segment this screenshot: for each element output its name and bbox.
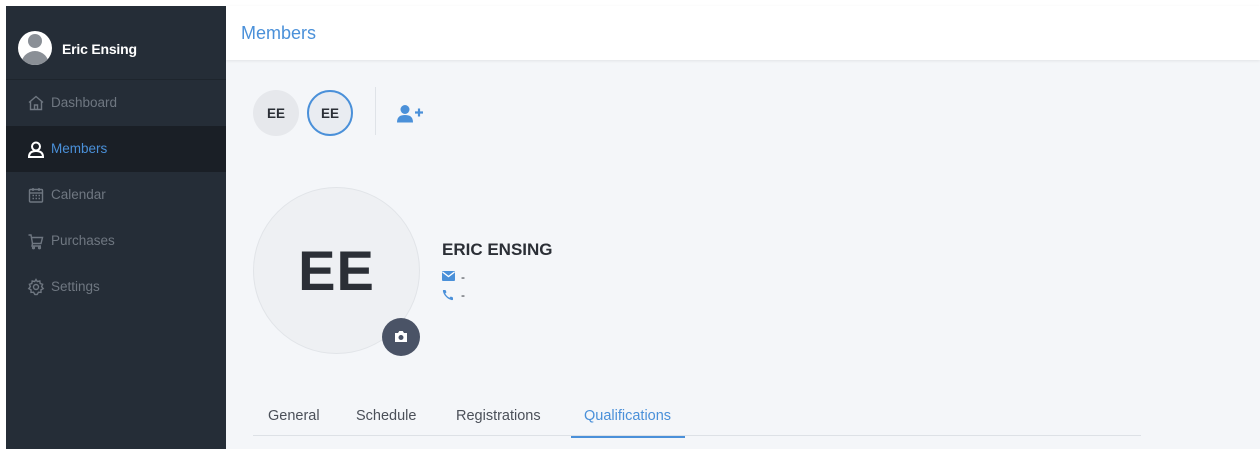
member-chip-initials: EE [266, 105, 285, 121]
member-chip-initials: EE [320, 105, 339, 121]
sidebar-item-purchases[interactable]: Purchases [6, 218, 226, 264]
sidebar-item-dashboard[interactable]: Dashboard [6, 80, 226, 126]
add-user-icon[interactable] [397, 104, 427, 124]
sidebar-item-label: Dashboard [51, 95, 118, 110]
user-icon [27, 141, 45, 158]
tab-general[interactable]: General [268, 408, 320, 436]
sidebar-item-label: Calendar [51, 187, 106, 202]
sidebar-item-members[interactable]: Members [6, 126, 226, 172]
envelope-icon [442, 271, 455, 281]
sidebar-item-label: Members [51, 141, 108, 156]
phone-icon [442, 290, 453, 301]
camera-icon [395, 331, 407, 342]
tab-qualifications[interactable]: Qualifications [571, 408, 686, 438]
calendar-icon [28, 188, 44, 203]
sidebar-item-label: Purchases [51, 233, 115, 248]
gear-icon [27, 278, 45, 296]
member-chip[interactable]: EE [253, 90, 299, 136]
sidebar-user[interactable]: Eric Ensing [6, 6, 226, 80]
member-chip-selected[interactable]: EE [307, 90, 353, 136]
page-title: Members [241, 23, 317, 43]
email-value: - [461, 270, 465, 284]
avatar[interactable] [18, 31, 52, 65]
tab-registrations[interactable]: Registrations [456, 408, 541, 436]
upload-photo-button[interactable] [382, 318, 420, 356]
sidebar-item-label: Settings [51, 279, 100, 294]
sidebar: Eric Ensing Dashboard Members Calendar P… [6, 6, 226, 449]
home-icon [28, 95, 44, 111]
divider [375, 87, 376, 135]
top-bar: Members [226, 6, 1260, 60]
profile-tabs: General Schedule Registrations Qualifica… [253, 398, 1141, 438]
sidebar-item-settings[interactable]: Settings [6, 264, 226, 310]
cart-icon [28, 234, 44, 250]
tab-schedule[interactable]: Schedule [356, 408, 416, 436]
sidebar-item-calendar[interactable]: Calendar [6, 172, 226, 218]
phone-value: - [461, 288, 465, 302]
member-name: ERIC ENSING [442, 240, 553, 259]
user-name: Eric Ensing [62, 41, 137, 57]
main-content: Members EE EE EE ERIC ENSING - - General… [226, 6, 1260, 449]
profile-initials: EE [298, 239, 375, 302]
